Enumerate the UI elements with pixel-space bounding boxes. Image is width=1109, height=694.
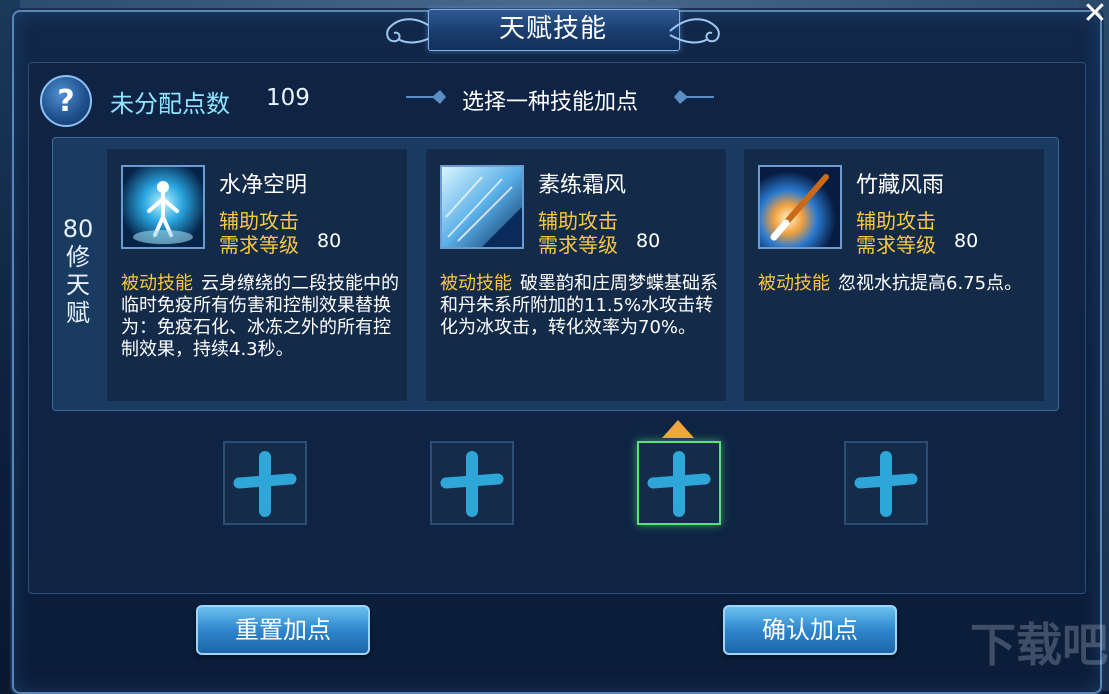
choose-skill-prompt: 选择一种技能加点	[462, 90, 639, 115]
skill-description: 被动技能 破墨韵和庄周梦蝶基础系和丹朱系所附加的11.5%水攻击转化为冰攻击，转化…	[440, 273, 720, 339]
skill-card-1[interactable]: 水净空明 辅助攻击 需求等级 80 被动技能 云身缭绕的二段技能中的临时免疫所有伤…	[106, 148, 408, 402]
ice-crystal-icon	[440, 165, 524, 249]
watermark-logo: 下载吧	[970, 618, 1108, 672]
required-level-label: 需求等级	[856, 233, 936, 257]
required-level-label: 需求等级	[538, 233, 618, 257]
passive-tag: 被动技能	[758, 273, 830, 294]
plus-icon	[854, 451, 918, 517]
brush-strike-icon	[758, 165, 842, 249]
plus-icon	[233, 451, 297, 517]
passive-tag: 被动技能	[121, 273, 193, 294]
unassigned-points-label: 未分配点数	[110, 90, 230, 118]
skill-name: 素练霜风	[538, 173, 627, 198]
confirm-points-button[interactable]: 确认加点	[723, 605, 897, 655]
talent-slot-3[interactable]	[637, 441, 721, 525]
skill-description-text: 忽视水抗提高6.75点。	[838, 273, 1023, 294]
talent-slot-1[interactable]	[223, 441, 307, 525]
required-level-value: 80	[636, 230, 661, 252]
passive-tag: 被动技能	[440, 273, 512, 294]
required-level-label: 需求等级	[219, 233, 299, 257]
title-ornament-right-icon	[669, 18, 720, 44]
plus-icon	[647, 451, 711, 517]
reset-points-button[interactable]: 重置加点	[196, 605, 370, 655]
skill-name: 竹藏风雨	[856, 173, 945, 198]
skill-card-3[interactable]: 竹藏风雨 辅助攻击 需求等级 80 被动技能 忽视水抗提高6.75点。	[743, 148, 1045, 402]
prompt-ornament-left-icon	[406, 90, 446, 104]
skill-description: 被动技能 云身缭绕的二段技能中的临时免疫所有伤害和控制效果替换为：免疫石化、冰冻之…	[121, 273, 401, 361]
meditating-figure-icon	[121, 165, 205, 249]
required-level-value: 80	[954, 230, 979, 252]
unassigned-points-value: 109	[266, 85, 310, 111]
selected-slot-indicator-icon	[662, 420, 694, 438]
title-plate: 天赋技能	[378, 5, 728, 55]
close-button[interactable]: ✕	[1081, 0, 1109, 30]
help-button[interactable]: ?	[40, 75, 92, 127]
tier-level-label: 80修天赋	[62, 215, 94, 327]
required-level-value: 80	[317, 230, 342, 252]
plus-icon	[440, 451, 504, 517]
skill-name: 水净空明	[219, 173, 308, 198]
prompt-ornament-right-icon	[674, 90, 714, 104]
talent-slot-2[interactable]	[430, 441, 514, 525]
talent-slot-4[interactable]	[844, 441, 928, 525]
dialog-title: 天赋技能	[498, 14, 607, 44]
skill-card-2[interactable]: 素练霜风 辅助攻击 需求等级 80 被动技能 破墨韵和庄周梦蝶基础系和丹朱系所附加…	[425, 148, 727, 402]
skill-description: 被动技能 忽视水抗提高6.75点。	[758, 273, 1038, 295]
